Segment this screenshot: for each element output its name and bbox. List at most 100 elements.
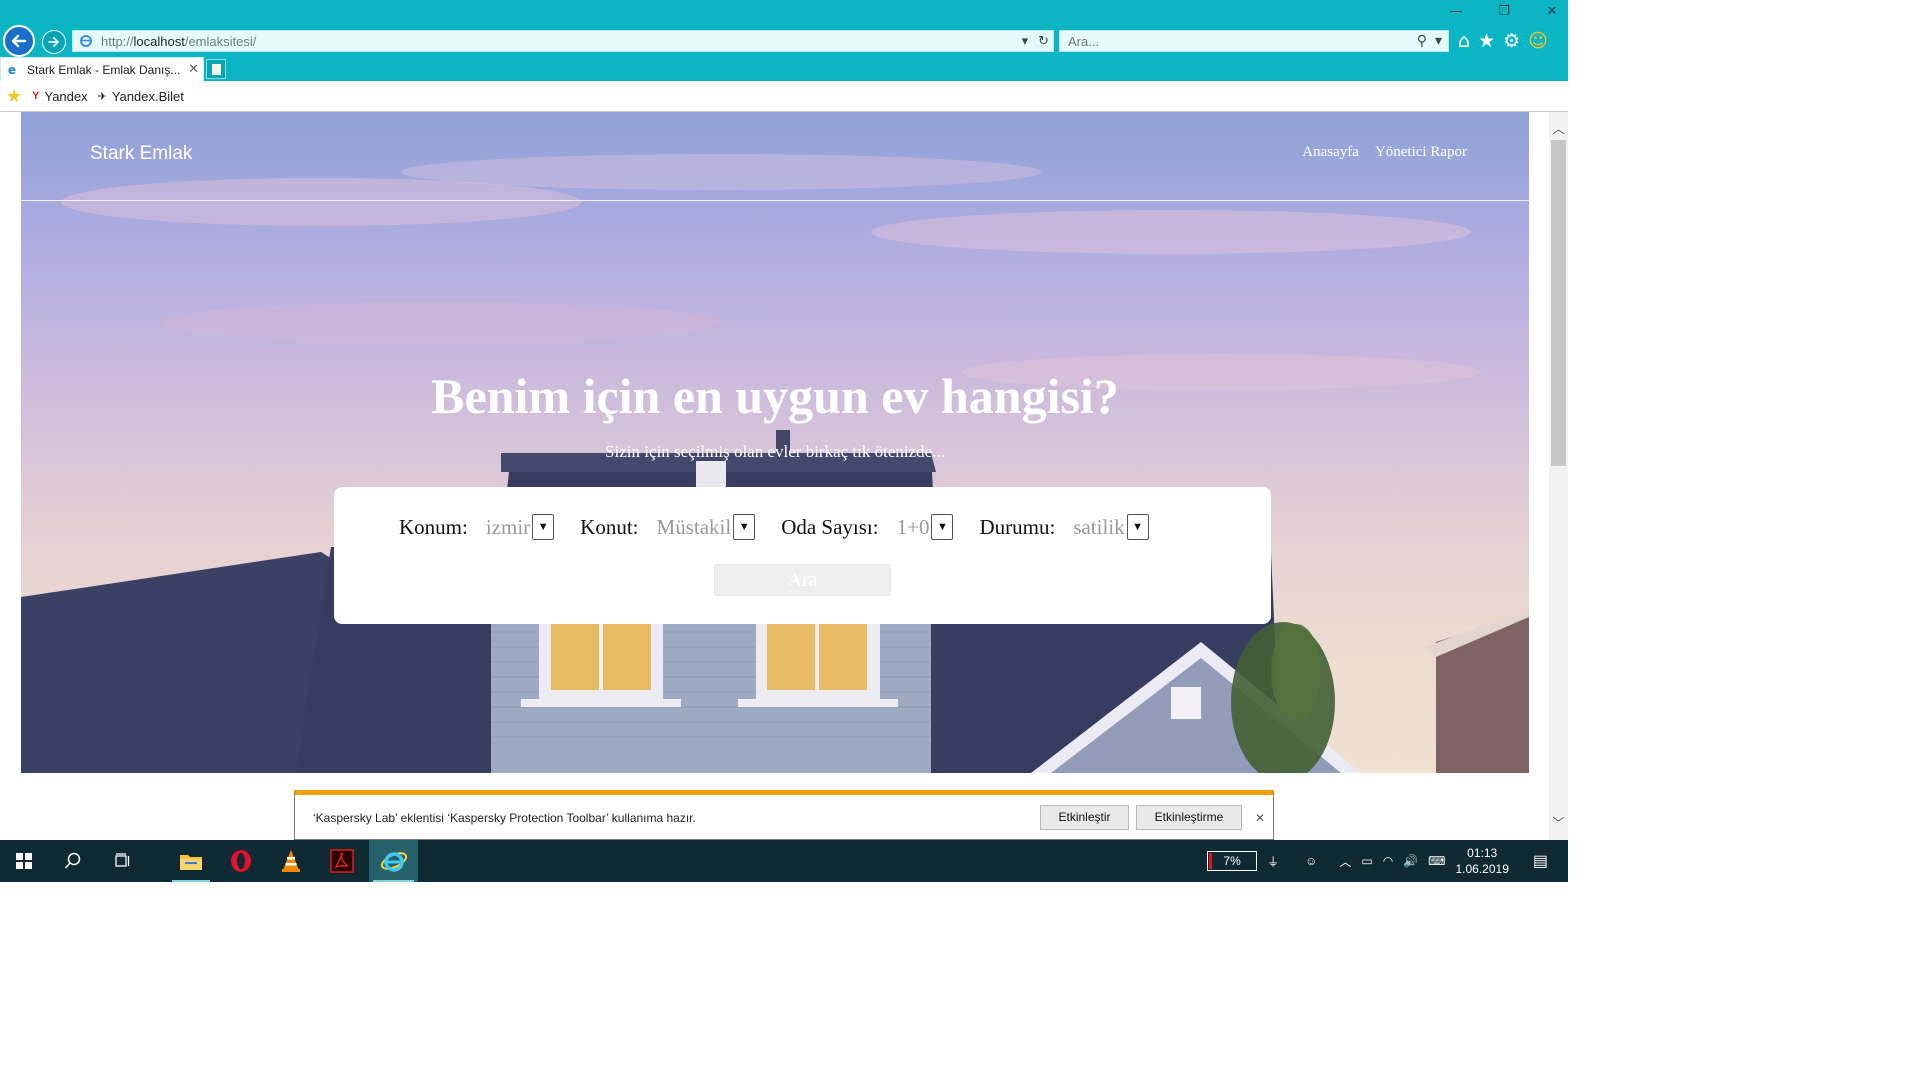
enable-addon-button[interactable]: Etkinleştir (1040, 805, 1129, 830)
filter-konut: Konut: Müstakil ▼ (580, 514, 756, 540)
favorite-label: Yandex.Bilet (111, 88, 184, 104)
clock[interactable]: 01:13 1.06.2019 (1455, 845, 1508, 877)
browser-search-box[interactable]: ⚲ ▾ (1059, 30, 1449, 52)
menu-anasayfa[interactable]: Anasayfa (1302, 144, 1359, 161)
task-view-icon (115, 853, 130, 867)
filter-label: Konum: (399, 514, 468, 539)
page-scrollbar[interactable]: ︿ ﹀ (1549, 112, 1568, 840)
refresh-icon[interactable]: ↻ (1038, 34, 1049, 49)
site-menu: Anasayfa Yönetici Rapor (1302, 144, 1467, 161)
internet-explorer-icon (380, 852, 407, 872)
new-tab-button[interactable] (206, 59, 226, 79)
filter-label: Durumu: (979, 514, 1056, 539)
filter-konum: Konum: izmir ▼ (399, 514, 555, 540)
menu-yonetici-rapor[interactable]: Yönetici Rapor (1375, 144, 1467, 161)
page-viewport: Stark Emlak Anasayfa Yönetici Rapor Beni… (0, 112, 1549, 840)
plane-icon: ✈ (97, 90, 107, 103)
ie-tab-icon: e (7, 62, 17, 77)
battery-indicator[interactable]: 7% (1207, 851, 1258, 871)
yandex-icon: Y (32, 90, 40, 102)
task-view-button[interactable] (98, 840, 146, 882)
arrow-right-icon (48, 37, 59, 47)
search-icon (64, 852, 81, 869)
device-icon[interactable]: ▭ (1361, 854, 1372, 868)
minimize-icon[interactable]: — (1446, 4, 1466, 19)
taskbar-internet-explorer[interactable] (369, 840, 418, 882)
power-plug-icon: ⏚ (1267, 854, 1280, 869)
property-search-card: Konum: izmir ▼ Konut: Müstakil ▼ Oda Say… (334, 487, 1271, 624)
acrobat-icon (330, 849, 354, 873)
clock-time: 01:13 (1467, 846, 1498, 860)
chevron-down-icon[interactable]: ▼ (733, 514, 756, 540)
search-submit-button[interactable]: Ara (714, 564, 891, 596)
taskbar-vlc[interactable] (268, 840, 314, 882)
favorite-yandex[interactable]: Y Yandex (32, 89, 87, 104)
hero-headline: Benim için en uygun ev hangisi? (431, 368, 1119, 424)
favorite-label: Yandex (44, 88, 88, 104)
taskbar-opera[interactable] (218, 840, 264, 882)
search-icon[interactable]: ⚲ (1417, 33, 1427, 49)
close-window-icon[interactable]: ✕ (1542, 4, 1562, 19)
add-favorite-star-icon[interactable]: ★ (6, 86, 22, 107)
scroll-thumb[interactable] (1551, 140, 1566, 466)
favorites-bar: ★ Y Yandex ✈ Yandex.Bilet (0, 81, 1568, 112)
keyboard-icon[interactable]: ⌨ (1428, 854, 1445, 868)
chevron-down-icon[interactable]: ▼ (931, 514, 954, 540)
gear-icon[interactable]: ⚙ (1503, 30, 1520, 52)
konum-select-value[interactable]: izmir (486, 515, 530, 540)
site-brand[interactable]: Stark Emlak (90, 143, 192, 165)
hero-section: Stark Emlak Anasayfa Yönetici Rapor Beni… (21, 112, 1529, 773)
filter-row: Konum: izmir ▼ Konut: Müstakil ▼ Oda Say… (399, 514, 1175, 540)
address-bar[interactable]: http://localhost/emlaksitesi/ ▾ ↻ (72, 30, 1054, 52)
taskbar-search-button[interactable] (50, 840, 96, 882)
forward-button[interactable] (42, 30, 66, 54)
search-dropdown-icon[interactable]: ▾ (1435, 33, 1442, 49)
notifications-icon[interactable]: ▤ (1533, 851, 1548, 871)
start-button[interactable] (0, 840, 48, 882)
url-prefix: http:// (101, 33, 134, 49)
scroll-down-icon[interactable]: ﹀ (1549, 814, 1568, 833)
filter-durumu: Durumu: satilik ▼ (979, 514, 1149, 540)
taskbar-file-explorer[interactable] (168, 840, 214, 882)
volume-icon[interactable]: 🔊 (1403, 854, 1418, 868)
close-tab-icon[interactable]: ✕ (188, 62, 199, 77)
favorite-yandex-bilet[interactable]: ✈ Yandex.Bilet (98, 89, 184, 104)
oda-select-value[interactable]: 1+0 (897, 515, 930, 540)
konut-select-value[interactable]: Müstakil (657, 515, 732, 540)
restore-icon[interactable]: ❐ (1494, 4, 1514, 19)
battery-percent: 7% (1223, 854, 1241, 868)
chevron-down-icon[interactable]: ▼ (532, 514, 555, 540)
favorites-star-icon[interactable]: ★ (1478, 30, 1495, 52)
scroll-up-icon[interactable]: ︿ (1549, 120, 1568, 139)
system-tray: 7% ⏚ ☺ ︿ ▭ ◠ 🔊 ⌨ 01:13 1.06.2019 ▤ (1207, 840, 1568, 882)
browser-tab[interactable]: e Stark Emlak - Emlak Danış... ✕ (0, 57, 204, 81)
browser-search-input[interactable] (1068, 33, 1417, 49)
arrow-left-icon (11, 34, 27, 48)
windows-taskbar: 7% ⏚ ☺ ︿ ▭ ◠ 🔊 ⌨ 01:13 1.06.2019 ▤ (0, 840, 1568, 882)
tab-title: Stark Emlak - Emlak Danış... (27, 62, 181, 77)
dropdown-icon[interactable]: ▾ (1022, 34, 1029, 49)
wifi-icon[interactable]: ◠ (1383, 854, 1393, 868)
addon-notification-bar: ‘Kaspersky Lab’ eklentisi ‘Kaspersky Pro… (294, 790, 1274, 840)
window-controls: — ❐ ✕ (1446, 4, 1562, 19)
filter-label: Konut: (580, 514, 639, 539)
home-icon[interactable]: ⌂ (1458, 30, 1470, 52)
windows-logo-icon (16, 853, 32, 869)
new-tab-icon (211, 63, 221, 75)
chevron-down-icon[interactable]: ▼ (1126, 514, 1149, 540)
durum-select-value[interactable]: satilik (1073, 515, 1124, 540)
filter-label: Oda Sayısı: (781, 514, 879, 539)
back-button[interactable] (3, 25, 35, 57)
taskbar-acrobat[interactable] (318, 840, 366, 882)
close-notification-icon[interactable]: ✕ (1255, 811, 1265, 825)
address-url[interactable]: http://localhost/emlaksitesi/ (101, 34, 1022, 49)
site-navbar: Stark Emlak Anasayfa Yönetici Rapor (21, 112, 1529, 201)
feedback-smiley-icon[interactable]: ☺ (1528, 30, 1548, 52)
chevron-up-icon[interactable]: ︿ (1339, 853, 1351, 870)
ie-page-icon (80, 35, 92, 47)
people-icon[interactable]: ☺ (1305, 854, 1317, 868)
clock-date: 1.06.2019 (1455, 862, 1509, 876)
folder-icon (180, 855, 202, 870)
toolbar-icons: ⌂ ★ ⚙ ☺ (1458, 30, 1548, 52)
disable-addon-button[interactable]: Etkinleştirme (1136, 805, 1242, 830)
